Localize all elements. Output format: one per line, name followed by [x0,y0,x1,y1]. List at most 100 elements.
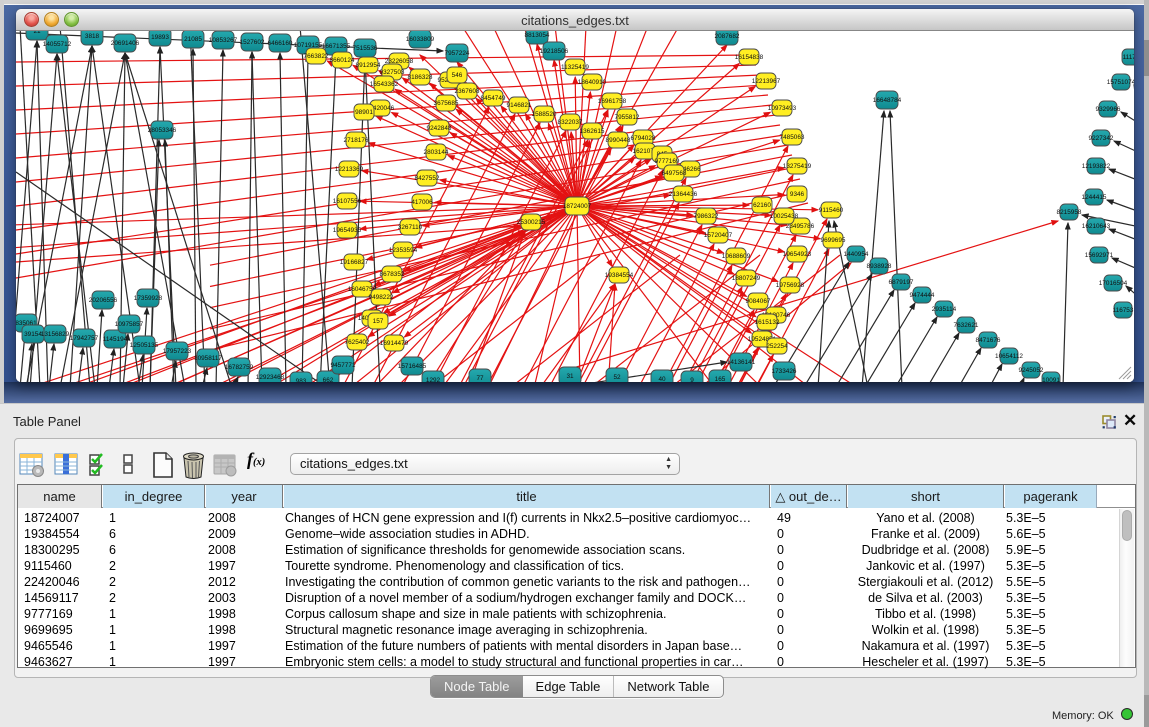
svg-text:9245052: 9245052 [1019,367,1044,374]
svg-text:157: 157 [373,318,384,325]
svg-text:12353594: 12353594 [389,247,418,254]
svg-text:6466160: 6466160 [268,40,293,47]
svg-text:15751074: 15751074 [1107,79,1134,86]
svg-text:17957223: 17957223 [163,348,192,355]
svg-text:2935114: 2935114 [932,306,957,313]
svg-text:1733426: 1733426 [772,368,797,375]
svg-text:12193822: 12193822 [1082,163,1111,170]
svg-text:17942757: 17942757 [70,335,99,342]
svg-text:9457771: 9457771 [331,362,356,369]
svg-text:9474444: 9474444 [910,292,935,299]
svg-text:9498222: 9498222 [369,294,394,301]
svg-text:19756928: 19756928 [776,282,805,289]
svg-text:21085: 21085 [184,36,202,43]
svg-text:6879197: 6879197 [889,279,914,286]
svg-text:18640910: 18640910 [578,79,607,86]
svg-text:10025438: 10025438 [770,213,799,220]
svg-text:9: 9 [690,377,694,382]
svg-text:9227342: 9227342 [1089,135,1114,142]
svg-text:6794028: 6794028 [631,135,656,142]
svg-text:19218506: 19218506 [540,48,569,55]
svg-text:10853267: 10853267 [209,37,238,44]
svg-text:8322037: 8322037 [558,119,583,126]
svg-text:12213369: 12213369 [335,166,364,173]
svg-text:10688609: 10688609 [722,253,751,260]
svg-text:7663822: 7663822 [304,53,329,60]
svg-text:2718176: 2718176 [344,137,369,144]
svg-text:8990448: 8990448 [606,137,631,144]
svg-text:3818: 3818 [85,33,100,40]
svg-text:17016504: 17016504 [1099,280,1128,287]
svg-text:7955812: 7955812 [615,114,640,121]
svg-text:17359928: 17359928 [134,295,163,302]
svg-text:9084067: 9084067 [746,298,771,305]
svg-text:15692971: 15692971 [1085,252,1114,259]
svg-text:7515536: 7515536 [353,45,378,52]
svg-text:13275419: 13275419 [783,163,812,170]
svg-text:1145194: 1145194 [103,336,128,343]
svg-text:98901: 98901 [355,109,373,116]
svg-text:9242848: 9242848 [427,125,452,132]
svg-text:13156829: 13156829 [41,331,70,338]
svg-text:12213967: 12213967 [752,78,781,85]
svg-text:16154838: 16154838 [735,54,764,61]
svg-text:15716485: 15716485 [398,363,427,370]
svg-text:983: 983 [296,378,307,382]
svg-text:21364436: 21364436 [669,191,698,198]
svg-text:7957224: 7957224 [445,50,470,57]
svg-text:9699695: 9699695 [821,237,846,244]
svg-text:8813054: 8813054 [525,32,550,39]
svg-text:9777169: 9777169 [655,158,680,165]
svg-text:1244415: 1244415 [1082,194,1107,201]
svg-text:2087682: 2087682 [715,33,740,40]
svg-text:28053346: 28053346 [148,127,177,134]
svg-text:19654935: 19654935 [333,227,362,234]
svg-text:10091: 10091 [1042,377,1060,382]
svg-text:20691406: 20691406 [111,40,140,47]
svg-text:16914479: 16914479 [380,340,409,347]
svg-text:25300215: 25300215 [517,219,546,226]
svg-text:116753: 116753 [1113,307,1134,314]
svg-text:3267110: 3267110 [398,224,423,231]
svg-text:39154: 39154 [24,331,42,338]
svg-text:165: 165 [715,376,726,382]
svg-text:1440954: 1440954 [844,251,869,258]
svg-text:252254: 252254 [766,343,788,350]
svg-text:9329966: 9329966 [1096,106,1121,113]
svg-text:662: 662 [323,377,334,382]
svg-text:11172: 11172 [1123,54,1134,61]
svg-text:16543362: 16543362 [370,81,399,88]
svg-text:14136141: 14136141 [727,359,756,366]
svg-text:2367608: 2367608 [455,88,480,95]
svg-text:8215958: 8215958 [1057,209,1082,216]
svg-text:21: 21 [33,31,41,35]
svg-text:1292: 1292 [426,377,441,382]
svg-text:19654923: 19654923 [783,251,812,258]
svg-text:8427552: 8427552 [415,175,440,182]
svg-text:7986322: 7986322 [694,213,719,220]
svg-text:14055712: 14055712 [43,41,72,48]
svg-text:16210643: 16210643 [1082,223,1111,230]
svg-text:16033809: 16033809 [406,36,435,43]
svg-text:8186328: 8186328 [408,74,433,81]
svg-text:10958117: 10958117 [194,355,222,362]
svg-text:8912954: 8912954 [356,62,381,69]
svg-text:8454749: 8454749 [481,95,506,102]
svg-text:19166827: 19166827 [340,259,369,266]
svg-text:77: 77 [476,375,484,382]
svg-text:8471676: 8471676 [976,337,1001,344]
svg-text:19384554: 19384554 [605,272,634,279]
svg-text:8938928: 8938928 [867,263,892,270]
svg-text:16648784: 16648784 [873,97,902,104]
svg-text:7632621: 7632621 [954,322,979,329]
svg-text:19893: 19893 [151,34,169,41]
svg-text:1527602: 1527602 [240,39,265,46]
svg-text:62160: 62160 [753,202,771,209]
svg-text:40: 40 [658,376,666,382]
svg-text:1615132: 1615132 [755,319,780,326]
svg-text:16107556: 16107556 [333,198,362,205]
svg-text:9115460: 9115460 [819,207,844,214]
svg-text:7625402: 7625402 [345,339,370,346]
svg-text:3675685: 3675685 [434,100,459,107]
svg-text:6497568: 6497568 [662,170,687,177]
